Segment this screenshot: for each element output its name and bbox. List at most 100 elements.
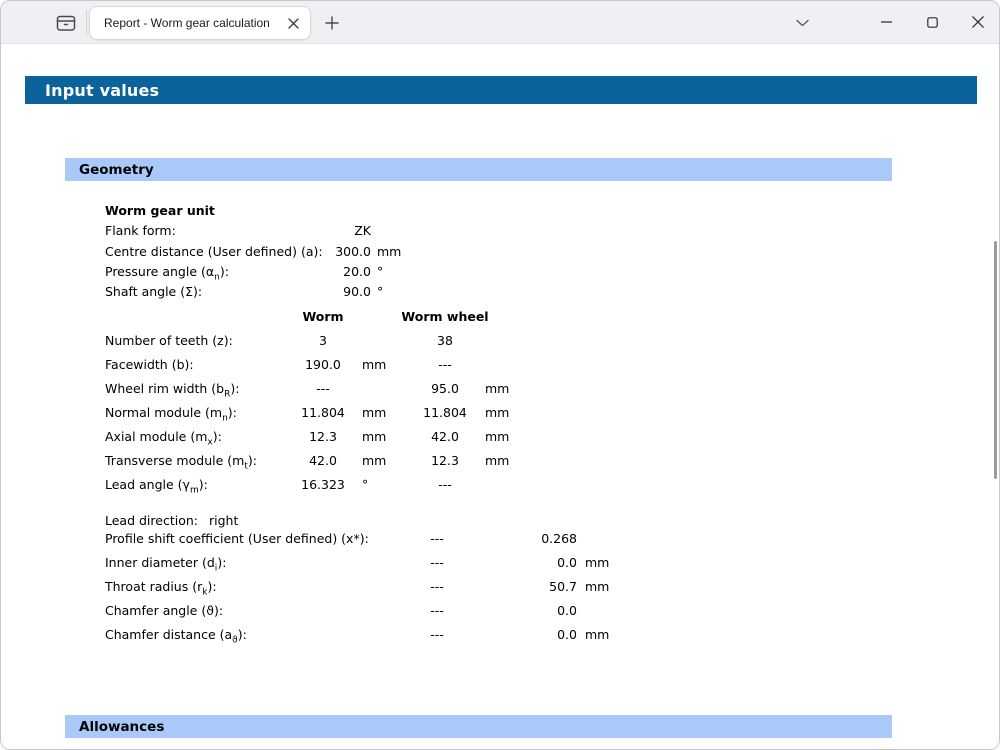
close-icon: [288, 18, 299, 29]
maximize-button[interactable]: [909, 1, 955, 43]
table-row: Lead angle (γm): 16.323 ° ---: [105, 473, 513, 497]
tab-title: Report - Worm gear calculation: [104, 16, 284, 30]
wheel-unit: mm: [485, 449, 513, 473]
table-row: Transverse module (mt): 42.0 mm 12.3 mm: [105, 449, 513, 473]
worm-value: 42.0: [288, 449, 358, 473]
worm-value: 3: [288, 329, 358, 353]
wheel-value: 0.0: [453, 599, 577, 623]
wheel-value: 0.0: [453, 623, 577, 647]
table-row: Chamfer distance (aϑ): --- 0.0 mm: [105, 623, 625, 647]
row-label: Lead angle (γm):: [105, 473, 288, 503]
subsection-title: Worm gear unit: [105, 201, 417, 221]
tab-close-button[interactable]: [284, 14, 302, 32]
close-icon: [972, 16, 984, 28]
table-row: Chamfer angle (ϑ): --- 0.0: [105, 599, 625, 623]
section-header-allowances: Allowances: [65, 715, 892, 738]
chevron-down-icon: [796, 19, 809, 27]
wheel-value: 12.3: [409, 449, 481, 473]
minimize-icon: [881, 21, 892, 23]
section-title: Allowances: [79, 719, 164, 735]
worm-unit: °: [362, 473, 388, 497]
section-header-geometry: Geometry: [65, 158, 892, 181]
geometry-wheel-block: Profile shift coefficient (User defined)…: [105, 527, 625, 647]
worm-value: ---: [421, 551, 453, 575]
row-unit: mm: [585, 623, 625, 647]
column-header-worm-wheel: Worm wheel: [409, 305, 481, 329]
wheel-value: 38: [409, 329, 481, 353]
table-row: Profile shift coefficient (User defined)…: [105, 527, 625, 551]
column-header-worm: Worm: [288, 305, 358, 329]
worm-value: 12.3: [288, 425, 358, 449]
close-window-button[interactable]: [955, 1, 1000, 43]
row-label: Facewidth (b):: [105, 353, 288, 377]
row-unit: mm: [585, 575, 625, 599]
tab-list-button[interactable]: [787, 9, 817, 37]
vertical-scrollbar-thumb[interactable]: [994, 241, 997, 479]
worm-value: ---: [421, 575, 453, 599]
row-value: ZK: [327, 221, 371, 241]
row-label: Chamfer distance (aϑ):: [105, 623, 421, 653]
wheel-value: 42.0: [409, 425, 481, 449]
table-row: Centre distance (User defined) (a): 300.…: [105, 242, 417, 262]
tab-report[interactable]: Report - Worm gear calculation: [89, 6, 311, 40]
minimize-button[interactable]: [863, 1, 909, 43]
plus-icon: [325, 16, 339, 30]
table-row: Wheel rim width (bR): --- 95.0 mm: [105, 377, 513, 401]
wheel-unit: mm: [485, 425, 513, 449]
wheel-value: 0.268: [453, 527, 577, 551]
row-value: 90.0: [327, 282, 371, 302]
table-row: Number of teeth (z): 3 38: [105, 329, 513, 353]
wheel-value: ---: [409, 353, 481, 377]
title-bar: Report - Worm gear calculation: [1, 1, 999, 44]
row-unit: °: [377, 262, 417, 282]
main-header-banner: Input values: [25, 76, 977, 104]
row-label: Number of teeth (z):: [105, 329, 288, 353]
row-unit: mm: [585, 551, 625, 575]
geometry-basic-block: Worm gear unit Flank form: ZK Centre dis…: [105, 201, 417, 302]
worm-value: 16.323: [288, 473, 358, 497]
worm-unit: mm: [362, 353, 388, 377]
row-unit: °: [377, 282, 417, 302]
worm-value: ---: [421, 599, 453, 623]
wheel-value: 0.0: [453, 551, 577, 575]
table-row: Facewidth (b): 190.0 mm ---: [105, 353, 513, 377]
worm-value: 11.804: [288, 401, 358, 425]
table-row: Flank form: ZK: [105, 221, 417, 241]
worm-value: ---: [288, 377, 358, 401]
wheel-value: 95.0: [409, 377, 481, 401]
row-unit: mm: [377, 242, 417, 262]
table-row: Throat radius (rk): --- 50.7 mm: [105, 575, 625, 599]
report-page: Input values Geometry Worm gear unit Fla…: [1, 44, 999, 750]
worm-unit: mm: [362, 401, 388, 425]
table-row: Normal module (mn): 11.804 mm 11.804 mm: [105, 401, 513, 425]
archive-box-icon: [55, 13, 77, 33]
worm-value: ---: [421, 527, 453, 551]
row-label: Centre distance (User defined) (a):: [105, 242, 327, 262]
worm-value: 190.0: [288, 353, 358, 377]
row-label: Shaft angle (Σ):: [105, 282, 327, 302]
table-row: Inner diameter (di): --- 0.0 mm: [105, 551, 625, 575]
new-tab-button[interactable]: [319, 10, 345, 36]
row-label: Profile shift coefficient (User defined)…: [105, 527, 421, 551]
row-label: Flank form:: [105, 221, 327, 241]
table-row: Axial module (mx): 12.3 mm 42.0 mm: [105, 425, 513, 449]
wheel-unit: mm: [485, 377, 513, 401]
archive-button[interactable]: [49, 6, 83, 39]
worm-unit: mm: [362, 449, 388, 473]
tab-separator: [86, 10, 87, 35]
row-value: 300.0: [327, 242, 371, 262]
wheel-unit: mm: [485, 401, 513, 425]
table-row: Pressure angle (αn): 20.0 °: [105, 262, 417, 282]
row-label: Chamfer angle (ϑ):: [105, 599, 421, 623]
maximize-icon: [927, 17, 938, 28]
section-title: Geometry: [79, 162, 154, 178]
report-window: Report - Worm gear calculation: [0, 0, 1000, 750]
main-header-title: Input values: [45, 81, 159, 100]
table-row: Shaft angle (Σ): 90.0 °: [105, 282, 417, 302]
row-value: 20.0: [327, 262, 371, 282]
wheel-value: 50.7: [453, 575, 577, 599]
wheel-value: ---: [409, 473, 481, 497]
wheel-value: 11.804: [409, 401, 481, 425]
worm-value: ---: [421, 623, 453, 647]
geometry-worm-table: Worm Worm wheel Number of teeth (z): 3 3…: [105, 305, 513, 497]
